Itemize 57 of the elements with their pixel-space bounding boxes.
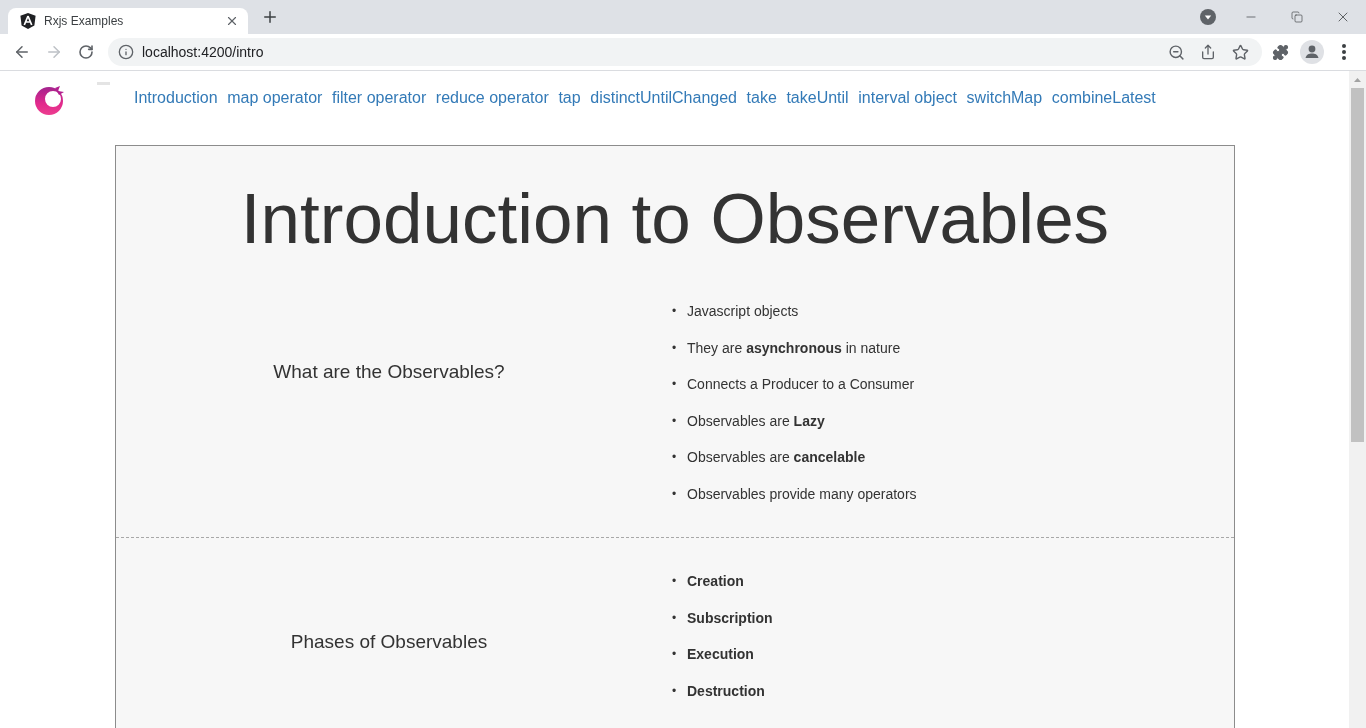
bullet: • [672,646,678,664]
list-item: They are asynchronous in nature [687,338,901,358]
bullet: • [672,572,678,590]
restore-icon [1291,11,1303,23]
shield-logo-icon [20,13,36,29]
bullet: • [672,339,678,357]
forward-arrow-icon [45,43,63,61]
nav-link[interactable]: tap [558,88,581,108]
browser-tab[interactable]: Rxjs Examples [8,8,248,34]
url-text: localhost:4200/intro [142,44,264,60]
info-icon [118,44,134,60]
page-title: Introduction to Observables [239,179,1111,257]
scrollbar[interactable] [1349,71,1366,728]
nav-link[interactable]: reduce operator [435,88,549,108]
nav-link[interactable]: map operator [227,88,323,108]
list-item: Destruction [687,681,765,701]
nav-link[interactable]: interval object [858,88,957,108]
section-heading: Phases of Observables [289,630,489,653]
share-icon [1200,44,1216,60]
caret-down-circle-icon [1200,9,1216,25]
plus-icon [261,8,279,26]
nav-link[interactable]: filter operator [331,88,427,108]
list-item: Execution [687,645,754,665]
list-item: Observables are Lazy [687,411,825,431]
bullet: • [672,376,678,394]
zoom-out-icon [1167,43,1185,61]
list-item: Creation [687,571,744,591]
list-item: Observables are cancelable [687,448,866,468]
caret-up-icon [1354,77,1361,82]
reload-icon [78,44,94,60]
tab-title: Rxjs Examples [44,14,125,28]
nav-link[interactable]: distinctUntilChanged [590,88,737,108]
close-icon [225,14,239,28]
nav-link[interactable]: combineLatest [1051,88,1156,108]
list-item: Connects a Producer to a Consumer [687,375,915,395]
address-bar[interactable]: localhost:4200/intro [108,38,1262,66]
puzzle-icon [1271,43,1289,61]
nav-link[interactable]: take [746,88,777,108]
scroll-thumb[interactable] [1351,88,1364,442]
list-item: Observables provide many operators [687,484,917,504]
profile-button[interactable] [1298,38,1326,66]
list-item: Javascript objects [687,302,799,321]
bullet: • [672,682,678,700]
swirl-logo-icon [33,84,65,116]
bullet: • [672,303,678,320]
bullet: • [672,485,678,503]
star-icon [1231,43,1249,61]
nav-link[interactable]: switchMap [966,88,1043,108]
section-heading: What are the Observables? [272,361,506,383]
bullet: • [672,449,678,467]
list-item: Subscription [687,608,773,628]
bullet: • [672,412,678,430]
avatar-icon [1300,40,1324,64]
bullet: • [672,609,678,627]
nav-link[interactable]: takeUntil [786,88,849,108]
nav-link[interactable]: Introduction [134,88,218,108]
menu-icon [1342,44,1346,60]
